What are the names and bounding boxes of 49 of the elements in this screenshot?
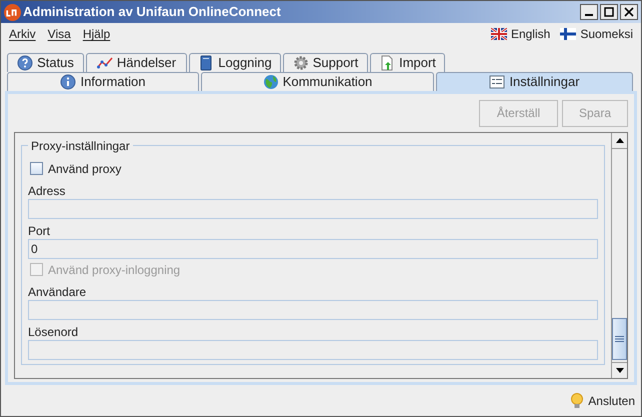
- gear-icon: [292, 55, 309, 71]
- checkbox[interactable]: [30, 162, 43, 175]
- maximize-icon: [604, 7, 614, 17]
- flag-icon: [490, 28, 507, 40]
- document-icon: [379, 55, 396, 71]
- menu-item[interactable]: Hjälp: [82, 25, 110, 43]
- minimize-icon: [585, 14, 593, 16]
- field-label: Adress: [28, 183, 66, 199]
- close-button[interactable]: [620, 4, 638, 20]
- menu-item[interactable]: Visa: [48, 25, 71, 43]
- maximize-button[interactable]: [600, 4, 618, 20]
- help-icon: [17, 55, 34, 71]
- app-logo-icon: [4, 4, 21, 20]
- scroll-thumb[interactable]: [612, 318, 627, 360]
- up-arrow-icon: [616, 138, 624, 143]
- close-icon: [624, 7, 634, 17]
- status-text: Ansluten: [588, 392, 635, 410]
- tab[interactable]: Information: [7, 72, 199, 91]
- language-link[interactable]: Suomeksi: [560, 25, 633, 43]
- checkbox-label: Använd proxy-inloggning: [48, 262, 180, 278]
- tab[interactable]: Import: [370, 53, 445, 72]
- grip-icon: [615, 336, 624, 342]
- form-icon: [489, 74, 506, 90]
- book-icon: [198, 55, 214, 71]
- input-field[interactable]: [28, 300, 598, 320]
- window-title: Administration av Unifaun OnlineConnect: [23, 3, 281, 22]
- field-label: Användare: [28, 284, 88, 300]
- down-arrow-icon: [616, 368, 624, 373]
- input-field[interactable]: 0: [28, 239, 598, 259]
- checkbox-label: Använd proxy: [48, 160, 122, 178]
- tab[interactable]: Kommunikation: [201, 72, 434, 91]
- tab[interactable]: Händelser: [86, 53, 187, 72]
- tab[interactable]: Loggning: [189, 53, 281, 72]
- flag-icon: [560, 28, 576, 40]
- tab[interactable]: Support: [283, 53, 368, 72]
- tab[interactable]: Status: [7, 53, 84, 72]
- line-chart-icon: [96, 55, 113, 71]
- scrollbar[interactable]: [611, 133, 627, 378]
- language-link[interactable]: English: [490, 25, 550, 43]
- input-field[interactable]: [28, 199, 598, 219]
- field-label: Lösenord: [28, 324, 80, 340]
- input-field[interactable]: [28, 340, 598, 360]
- tab[interactable]: Inställningar: [436, 72, 633, 91]
- lightbulb-icon: [570, 392, 584, 408]
- menu-item[interactable]: Arkiv: [9, 25, 36, 43]
- minimize-button[interactable]: [580, 4, 598, 20]
- info-icon: [60, 74, 76, 90]
- globe-icon: [262, 74, 279, 90]
- field-label: Port: [28, 223, 52, 239]
